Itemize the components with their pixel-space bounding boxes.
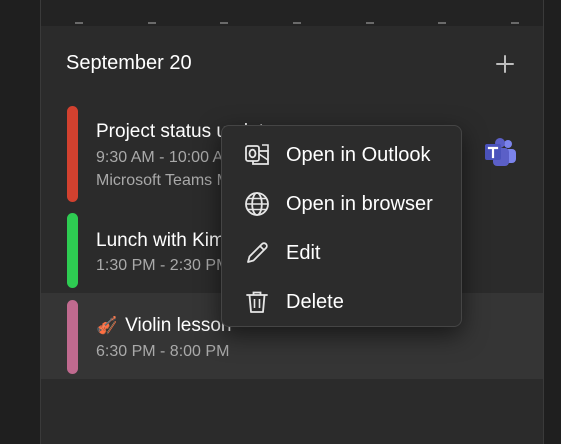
event-color-bar (67, 213, 78, 288)
menu-item-open-in-browser[interactable]: Open in browser (222, 182, 461, 226)
trash-icon (246, 291, 268, 313)
event-context-menu: Open in Outlook Open in browser Edit Del… (221, 125, 462, 327)
menu-item-label: Delete (286, 290, 344, 313)
menu-item-edit[interactable]: Edit (222, 231, 461, 275)
menu-item-open-in-outlook[interactable]: Open in Outlook (222, 133, 461, 177)
pencil-icon (247, 242, 268, 263)
outlook-icon (245, 144, 269, 165)
mini-calendar-strip (41, 0, 543, 26)
menu-item-label: Open in browser (286, 192, 433, 215)
event-color-bar (67, 300, 78, 374)
event-time: 9:30 AM - 10:00 AM (96, 149, 237, 166)
event-title: Lunch with Kim (96, 230, 225, 251)
globe-icon (245, 192, 269, 216)
event-time: 1:30 PM - 2:30 PM (96, 257, 230, 274)
event-title-text: Violin lesson (125, 315, 232, 336)
event-time: 6:30 PM - 8:00 PM (96, 343, 230, 360)
add-event-button[interactable] (493, 52, 517, 76)
event-title: 🎻 Violin lesson (96, 315, 232, 337)
event-color-bar (67, 106, 78, 202)
menu-item-label: Edit (286, 241, 321, 264)
plus-icon (496, 55, 514, 73)
violin-emoji-icon: 🎻 (96, 316, 118, 335)
menu-item-label: Open in Outlook (286, 143, 431, 166)
microsoft-teams-icon[interactable] (484, 138, 518, 168)
day-heading: September 20 (66, 52, 192, 74)
menu-item-delete[interactable]: Delete (222, 280, 461, 324)
week-day-ticks (75, 12, 519, 26)
